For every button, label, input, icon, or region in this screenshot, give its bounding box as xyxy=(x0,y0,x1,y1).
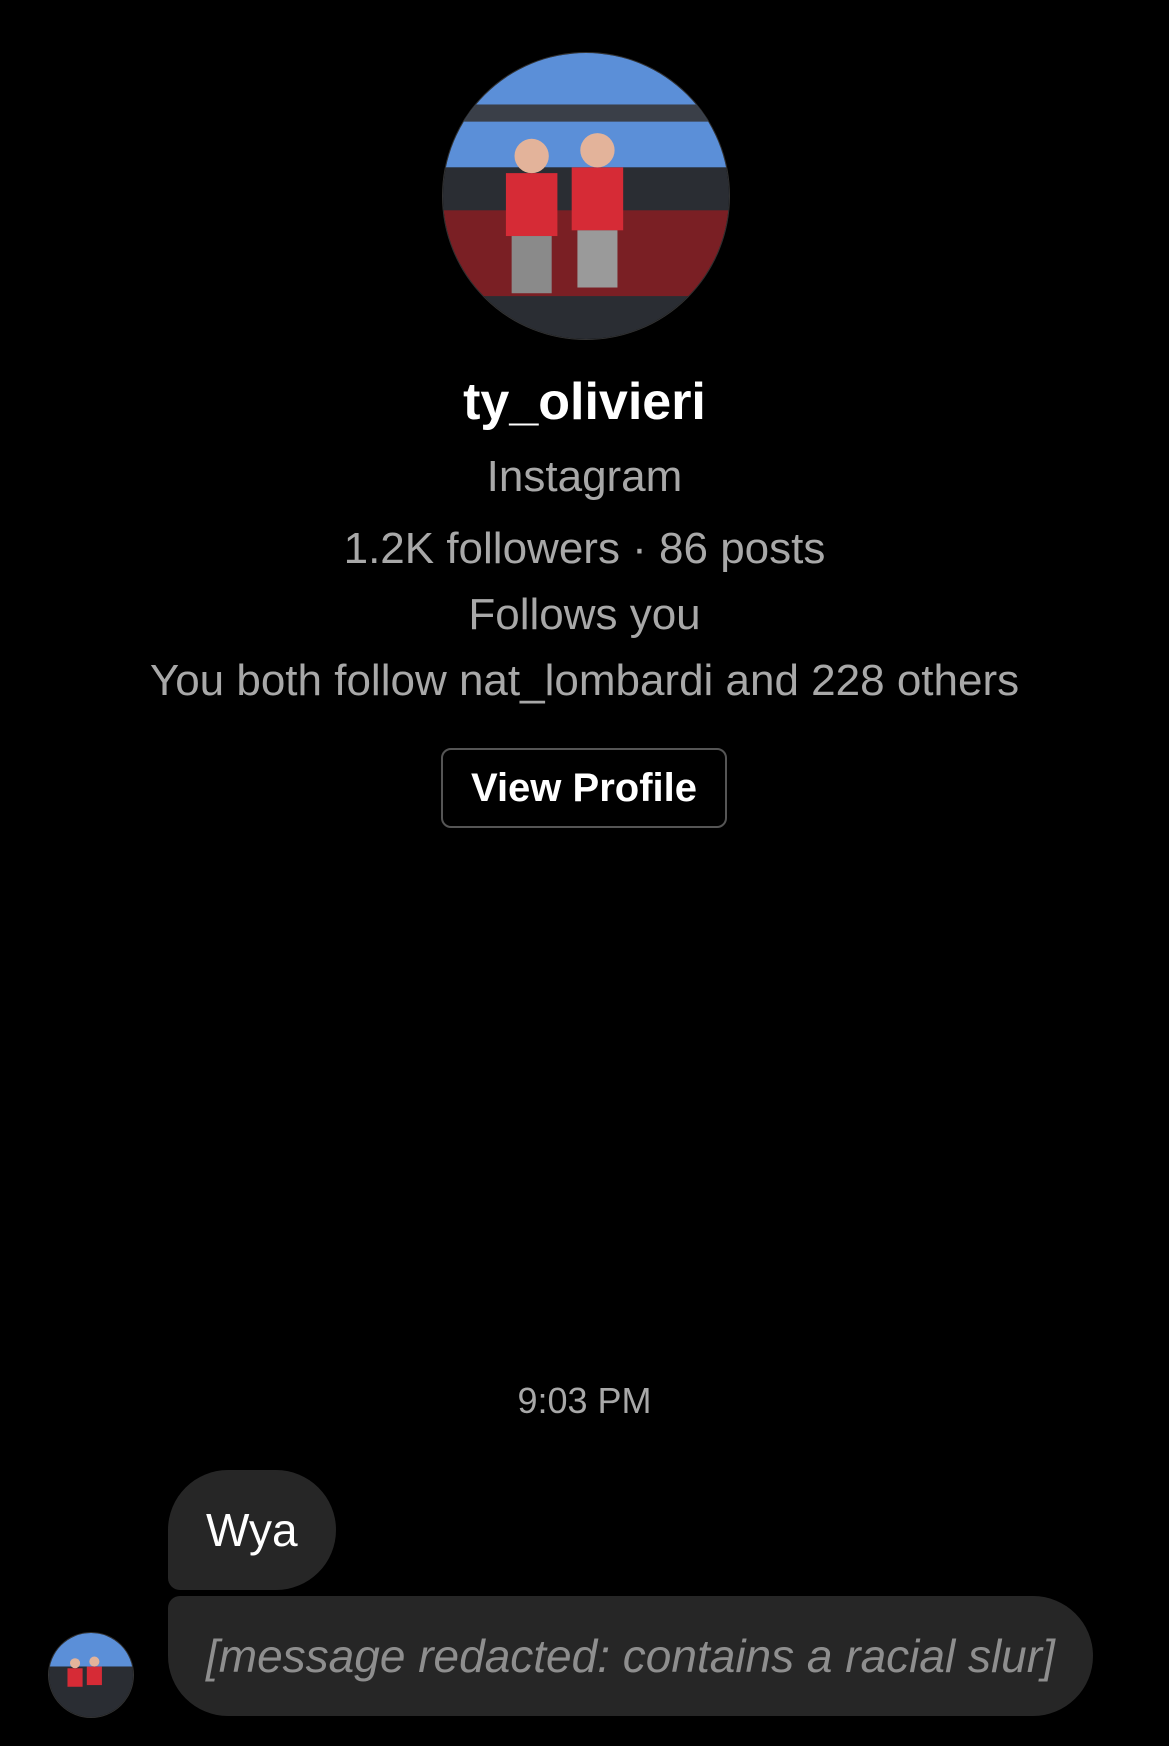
profile-platform: Instagram xyxy=(486,452,683,501)
follows-you-label: Follows you xyxy=(468,590,701,639)
message-timestamp: 9:03 PM xyxy=(517,1380,652,1421)
mutual-followers: You both follow nat_lombardi and 228 oth… xyxy=(149,656,1020,705)
avatar-photo xyxy=(443,53,729,339)
profile-stats: 1.2K followers · 86 posts xyxy=(343,524,826,573)
message-bubble-redacted[interactable]: [message redacted: contains a racial slu… xyxy=(168,1596,1093,1716)
avatar-photo xyxy=(49,1633,133,1717)
sender-avatar[interactable] xyxy=(48,1632,134,1718)
profile-avatar[interactable] xyxy=(442,52,730,340)
profile-username: ty_olivieri xyxy=(463,373,706,431)
message-bubble[interactable]: Wya xyxy=(168,1470,336,1590)
view-profile-button[interactable]: View Profile xyxy=(441,748,727,828)
